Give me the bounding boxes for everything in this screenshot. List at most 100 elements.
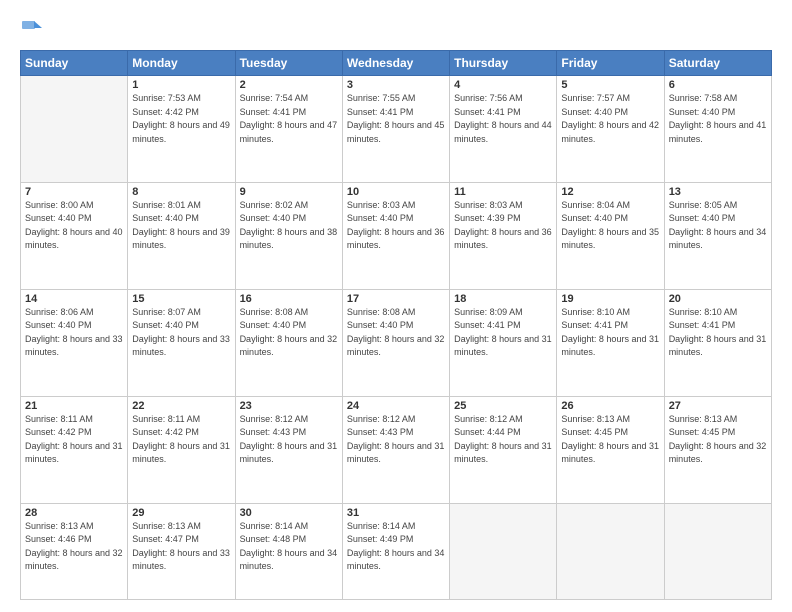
day-info: Sunrise: 8:13 AMSunset: 4:45 PMDaylight:… xyxy=(669,413,767,467)
day-info: Sunrise: 8:11 AMSunset: 4:42 PMDaylight:… xyxy=(132,413,230,467)
calendar-cell: 29Sunrise: 8:13 AMSunset: 4:47 PMDayligh… xyxy=(128,503,235,600)
calendar-cell: 23Sunrise: 8:12 AMSunset: 4:43 PMDayligh… xyxy=(235,396,342,503)
calendar-cell: 8Sunrise: 8:01 AMSunset: 4:40 PMDaylight… xyxy=(128,182,235,289)
day-info: Sunrise: 8:05 AMSunset: 4:40 PMDaylight:… xyxy=(669,199,767,253)
day-number: 12 xyxy=(561,186,659,198)
calendar-week-row: 21Sunrise: 8:11 AMSunset: 4:42 PMDayligh… xyxy=(21,396,772,503)
calendar-cell: 4Sunrise: 7:56 AMSunset: 4:41 PMDaylight… xyxy=(450,76,557,183)
day-number: 15 xyxy=(132,293,230,305)
calendar-table: SundayMondayTuesdayWednesdayThursdayFrid… xyxy=(20,50,772,600)
day-info: Sunrise: 8:12 AMSunset: 4:43 PMDaylight:… xyxy=(347,413,445,467)
day-info: Sunrise: 8:07 AMSunset: 4:40 PMDaylight:… xyxy=(132,306,230,360)
day-number: 14 xyxy=(25,293,123,305)
day-info: Sunrise: 8:10 AMSunset: 4:41 PMDaylight:… xyxy=(669,306,767,360)
day-info: Sunrise: 7:53 AMSunset: 4:42 PMDaylight:… xyxy=(132,92,230,146)
calendar-cell: 5Sunrise: 7:57 AMSunset: 4:40 PMDaylight… xyxy=(557,76,664,183)
day-number: 3 xyxy=(347,79,445,91)
day-number: 10 xyxy=(347,186,445,198)
day-number: 29 xyxy=(132,507,230,519)
day-info: Sunrise: 7:57 AMSunset: 4:40 PMDaylight:… xyxy=(561,92,659,146)
calendar-week-row: 1Sunrise: 7:53 AMSunset: 4:42 PMDaylight… xyxy=(21,76,772,183)
day-number: 5 xyxy=(561,79,659,91)
day-info: Sunrise: 8:10 AMSunset: 4:41 PMDaylight:… xyxy=(561,306,659,360)
day-info: Sunrise: 8:08 AMSunset: 4:40 PMDaylight:… xyxy=(240,306,338,360)
logo-icon xyxy=(20,18,44,42)
day-number: 7 xyxy=(25,186,123,198)
day-info: Sunrise: 8:03 AMSunset: 4:39 PMDaylight:… xyxy=(454,199,552,253)
calendar-cell: 18Sunrise: 8:09 AMSunset: 4:41 PMDayligh… xyxy=(450,289,557,396)
calendar-week-row: 28Sunrise: 8:13 AMSunset: 4:46 PMDayligh… xyxy=(21,503,772,600)
day-number: 25 xyxy=(454,400,552,412)
weekday-header: Thursday xyxy=(450,51,557,76)
day-number: 27 xyxy=(669,400,767,412)
calendar-cell: 21Sunrise: 8:11 AMSunset: 4:42 PMDayligh… xyxy=(21,396,128,503)
day-info: Sunrise: 8:14 AMSunset: 4:48 PMDaylight:… xyxy=(240,520,338,574)
day-number: 19 xyxy=(561,293,659,305)
page: SundayMondayTuesdayWednesdayThursdayFrid… xyxy=(0,0,792,612)
calendar-cell: 13Sunrise: 8:05 AMSunset: 4:40 PMDayligh… xyxy=(664,182,771,289)
day-info: Sunrise: 7:54 AMSunset: 4:41 PMDaylight:… xyxy=(240,92,338,146)
weekday-header: Tuesday xyxy=(235,51,342,76)
day-number: 20 xyxy=(669,293,767,305)
day-number: 24 xyxy=(347,400,445,412)
weekday-header: Monday xyxy=(128,51,235,76)
day-info: Sunrise: 8:14 AMSunset: 4:49 PMDaylight:… xyxy=(347,520,445,574)
day-number: 6 xyxy=(669,79,767,91)
calendar-cell: 2Sunrise: 7:54 AMSunset: 4:41 PMDaylight… xyxy=(235,76,342,183)
day-info: Sunrise: 8:08 AMSunset: 4:40 PMDaylight:… xyxy=(347,306,445,360)
weekday-header: Sunday xyxy=(21,51,128,76)
calendar-cell: 14Sunrise: 8:06 AMSunset: 4:40 PMDayligh… xyxy=(21,289,128,396)
day-info: Sunrise: 8:12 AMSunset: 4:43 PMDaylight:… xyxy=(240,413,338,467)
day-info: Sunrise: 8:03 AMSunset: 4:40 PMDaylight:… xyxy=(347,199,445,253)
calendar-week-row: 7Sunrise: 8:00 AMSunset: 4:40 PMDaylight… xyxy=(21,182,772,289)
calendar-cell xyxy=(450,503,557,600)
day-number: 4 xyxy=(454,79,552,91)
calendar-cell: 25Sunrise: 8:12 AMSunset: 4:44 PMDayligh… xyxy=(450,396,557,503)
weekday-header: Wednesday xyxy=(342,51,449,76)
day-number: 11 xyxy=(454,186,552,198)
day-number: 23 xyxy=(240,400,338,412)
calendar-cell xyxy=(21,76,128,183)
calendar-cell: 27Sunrise: 8:13 AMSunset: 4:45 PMDayligh… xyxy=(664,396,771,503)
calendar-cell: 7Sunrise: 8:00 AMSunset: 4:40 PMDaylight… xyxy=(21,182,128,289)
logo xyxy=(20,18,48,42)
calendar-cell: 19Sunrise: 8:10 AMSunset: 4:41 PMDayligh… xyxy=(557,289,664,396)
calendar-cell: 28Sunrise: 8:13 AMSunset: 4:46 PMDayligh… xyxy=(21,503,128,600)
day-info: Sunrise: 7:58 AMSunset: 4:40 PMDaylight:… xyxy=(669,92,767,146)
calendar-cell xyxy=(664,503,771,600)
calendar-cell: 3Sunrise: 7:55 AMSunset: 4:41 PMDaylight… xyxy=(342,76,449,183)
header xyxy=(20,18,772,42)
calendar-cell: 1Sunrise: 7:53 AMSunset: 4:42 PMDaylight… xyxy=(128,76,235,183)
day-number: 21 xyxy=(25,400,123,412)
calendar-cell: 10Sunrise: 8:03 AMSunset: 4:40 PMDayligh… xyxy=(342,182,449,289)
calendar-cell: 26Sunrise: 8:13 AMSunset: 4:45 PMDayligh… xyxy=(557,396,664,503)
day-info: Sunrise: 8:01 AMSunset: 4:40 PMDaylight:… xyxy=(132,199,230,253)
calendar-cell: 22Sunrise: 8:11 AMSunset: 4:42 PMDayligh… xyxy=(128,396,235,503)
day-info: Sunrise: 7:56 AMSunset: 4:41 PMDaylight:… xyxy=(454,92,552,146)
day-info: Sunrise: 8:13 AMSunset: 4:46 PMDaylight:… xyxy=(25,520,123,574)
calendar-cell: 11Sunrise: 8:03 AMSunset: 4:39 PMDayligh… xyxy=(450,182,557,289)
day-info: Sunrise: 8:02 AMSunset: 4:40 PMDaylight:… xyxy=(240,199,338,253)
day-number: 13 xyxy=(669,186,767,198)
day-number: 2 xyxy=(240,79,338,91)
calendar-week-row: 14Sunrise: 8:06 AMSunset: 4:40 PMDayligh… xyxy=(21,289,772,396)
weekday-header-row: SundayMondayTuesdayWednesdayThursdayFrid… xyxy=(21,51,772,76)
day-number: 22 xyxy=(132,400,230,412)
calendar-cell: 16Sunrise: 8:08 AMSunset: 4:40 PMDayligh… xyxy=(235,289,342,396)
calendar-cell: 17Sunrise: 8:08 AMSunset: 4:40 PMDayligh… xyxy=(342,289,449,396)
calendar-cell: 9Sunrise: 8:02 AMSunset: 4:40 PMDaylight… xyxy=(235,182,342,289)
day-info: Sunrise: 8:09 AMSunset: 4:41 PMDaylight:… xyxy=(454,306,552,360)
calendar-cell: 20Sunrise: 8:10 AMSunset: 4:41 PMDayligh… xyxy=(664,289,771,396)
day-number: 28 xyxy=(25,507,123,519)
day-number: 18 xyxy=(454,293,552,305)
calendar-cell: 30Sunrise: 8:14 AMSunset: 4:48 PMDayligh… xyxy=(235,503,342,600)
day-info: Sunrise: 7:55 AMSunset: 4:41 PMDaylight:… xyxy=(347,92,445,146)
weekday-header: Saturday xyxy=(664,51,771,76)
day-number: 31 xyxy=(347,507,445,519)
weekday-header: Friday xyxy=(557,51,664,76)
day-info: Sunrise: 8:04 AMSunset: 4:40 PMDaylight:… xyxy=(561,199,659,253)
calendar-cell: 6Sunrise: 7:58 AMSunset: 4:40 PMDaylight… xyxy=(664,76,771,183)
day-number: 17 xyxy=(347,293,445,305)
day-info: Sunrise: 8:13 AMSunset: 4:45 PMDaylight:… xyxy=(561,413,659,467)
day-info: Sunrise: 8:11 AMSunset: 4:42 PMDaylight:… xyxy=(25,413,123,467)
